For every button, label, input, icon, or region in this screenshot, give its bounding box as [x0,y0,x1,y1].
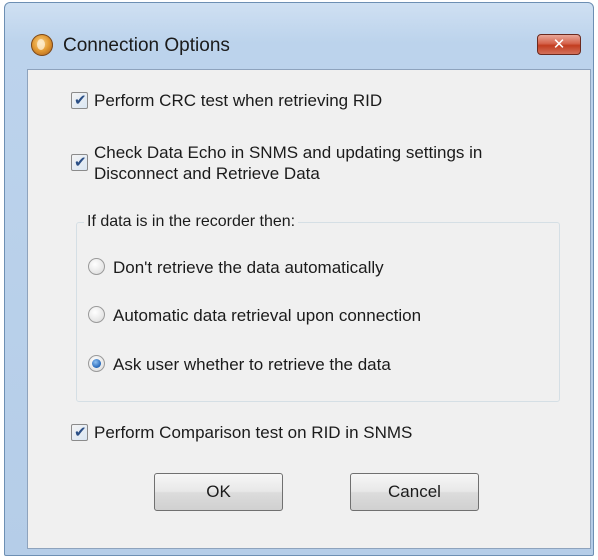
ok-button[interactable]: OK [154,473,283,511]
dialog-body: Perform CRC test when retrieving RID Che… [27,69,591,549]
data-echo-label-line2: Disconnect and Retrieve Data [94,164,320,183]
radio-button[interactable] [88,258,105,275]
crc-test-checkbox[interactable] [71,91,88,109]
data-echo-option[interactable]: Check Data Echo in SNMS and updating set… [71,142,482,184]
cancel-button[interactable]: Cancel [350,473,479,511]
app-icon [31,34,53,56]
data-echo-checkbox[interactable] [71,153,88,171]
radio-label: Don't retrieve the data automatically [113,258,384,277]
crc-test-label: Perform CRC test when retrieving RID [94,91,383,110]
radio-button-selected[interactable] [88,355,105,372]
crc-test-option[interactable]: Perform CRC test when retrieving RID [71,90,382,111]
connection-options-dialog: Connection Options ✕ Perform CRC test wh… [4,2,594,556]
radio-option-no-auto-retrieve[interactable]: Don't retrieve the data automatically [88,257,384,278]
comparison-test-checkbox[interactable] [71,423,88,441]
radio-button[interactable] [88,306,105,323]
radio-option-auto-retrieve[interactable]: Automatic data retrieval upon connection [88,305,421,326]
close-button[interactable]: ✕ [537,34,581,55]
radio-option-ask-user[interactable]: Ask user whether to retrieve the data [88,354,391,375]
comparison-test-label: Perform Comparison test on RID in SNMS [94,423,413,442]
radio-label: Automatic data retrieval upon connection [113,306,422,325]
comparison-test-option[interactable]: Perform Comparison test on RID in SNMS [71,422,412,443]
radio-label: Ask user whether to retrieve the data [113,355,391,374]
data-echo-label-line1: Check Data Echo in SNMS and updating set… [94,143,483,162]
group-title: If data is in the recorder then: [84,213,299,231]
window-title: Connection Options [63,35,230,56]
